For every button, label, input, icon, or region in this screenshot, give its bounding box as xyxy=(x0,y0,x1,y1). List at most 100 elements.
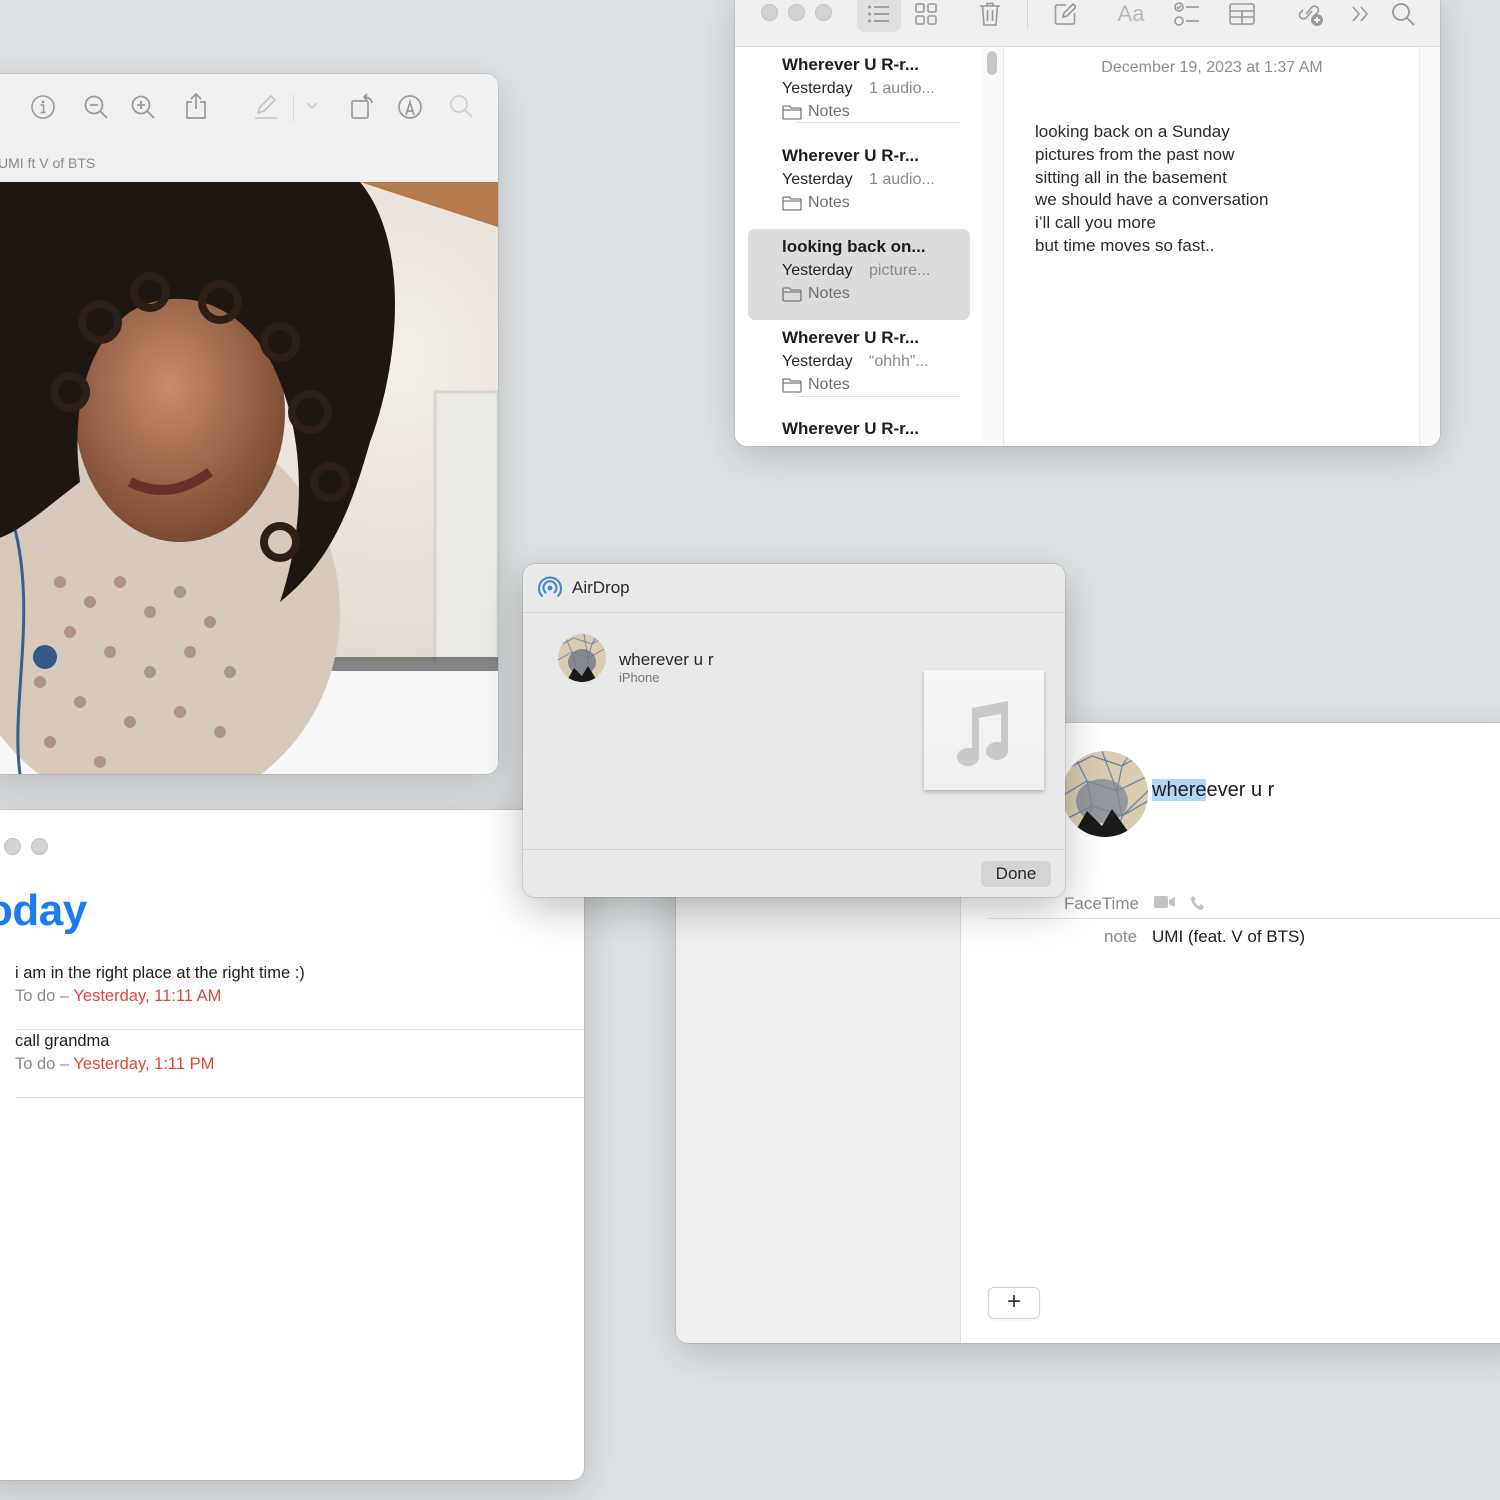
preview-toolbar: UMI ft V of BTS xyxy=(0,74,498,183)
checklist-icon xyxy=(1174,2,1199,26)
note-date: Yesterday xyxy=(782,80,853,97)
notes-list-scrollbar[interactable] xyxy=(983,47,1004,446)
traffic-lights xyxy=(4,838,48,855)
note-field-value[interactable]: UMI (feat. V of BTS) xyxy=(1152,927,1305,947)
scrollbar-thumb[interactable] xyxy=(987,51,997,75)
close-button[interactable] xyxy=(761,4,778,21)
format-text-icon: Aa xyxy=(1117,1,1145,26)
divider xyxy=(523,849,1065,850)
folder-icon xyxy=(782,196,802,211)
reminder-item[interactable]: i am in the right place at the right tim… xyxy=(15,962,584,1030)
zoom-button[interactable] xyxy=(815,4,832,21)
reminder-due-date: Yesterday, 1:11 PM xyxy=(73,1055,215,1073)
table-button[interactable] xyxy=(1227,0,1257,32)
note-line: sitting all in the basement xyxy=(1035,167,1227,187)
reminder-subtitle: To do – Yesterday, 11:11 AM xyxy=(15,987,221,1006)
note-field-label: note xyxy=(1104,927,1138,946)
phone-icon xyxy=(1191,896,1204,910)
note-body[interactable]: looking back on a Sunday pictures from t… xyxy=(1035,121,1268,258)
markup-button[interactable] xyxy=(397,94,423,120)
recipient-name[interactable]: wherever u r xyxy=(619,650,713,670)
recipient-device-type: iPhone xyxy=(619,670,660,685)
add-field-button[interactable]: + xyxy=(988,1287,1040,1319)
traffic-lights xyxy=(761,4,832,21)
folder-icon xyxy=(782,378,802,393)
share-button[interactable] xyxy=(185,92,207,120)
zoom-out-button[interactable] xyxy=(83,94,109,120)
note-line: we should have a conversation xyxy=(1035,190,1269,210)
avatar-image xyxy=(1062,751,1148,837)
search-button[interactable] xyxy=(449,94,473,118)
note-list-item[interactable]: Wherever U R-r... Yesterday 1 audio... N… xyxy=(748,47,970,138)
reminder-due-date: Yesterday, 11:11 AM xyxy=(73,987,222,1005)
facetime-audio-button[interactable] xyxy=(1190,895,1206,911)
photo-image xyxy=(0,182,498,774)
contact-avatar[interactable] xyxy=(1062,751,1148,837)
minimize-button[interactable] xyxy=(788,4,805,21)
file-thumbnail xyxy=(924,670,1044,790)
markup-pen-button[interactable] xyxy=(253,94,279,120)
airdrop-header: AirDrop xyxy=(523,564,1065,613)
gallery-view-button[interactable] xyxy=(911,0,941,32)
folder-icon xyxy=(782,287,802,302)
divider xyxy=(988,918,1500,919)
note-list-item[interactable]: Wherever U R-r... xyxy=(748,411,970,446)
note-list-item[interactable]: Wherever U R-r... Yesterday “ohhh”... No… xyxy=(748,320,970,411)
zoom-in-icon xyxy=(131,95,155,119)
note-date: Yesterday xyxy=(782,353,853,370)
editor-scrollbar[interactable] xyxy=(1419,47,1440,446)
note-list-item[interactable]: Wherever U R-r... Yesterday 1 audio... N… xyxy=(748,138,970,229)
recipient-avatar[interactable] xyxy=(558,634,606,682)
more-button[interactable] xyxy=(1347,0,1373,32)
facetime-actions xyxy=(1154,895,1206,911)
toolbar-divider xyxy=(1027,0,1028,28)
markup-options-button[interactable] xyxy=(306,102,318,110)
rotate-icon xyxy=(351,93,373,119)
minimize-button[interactable] xyxy=(4,838,21,855)
folder-name: Notes xyxy=(808,376,850,393)
delete-button[interactable] xyxy=(975,0,1005,32)
video-camera-icon xyxy=(1154,896,1175,908)
notes-window: Aa Wherever U R-r... Yesterday 1 audio..… xyxy=(735,0,1440,446)
note-title: Wherever U R-r... xyxy=(782,146,919,165)
note-folder: Notes xyxy=(782,376,850,394)
notes-toolbar: Aa xyxy=(735,0,1440,47)
note-line: looking back on a Sunday xyxy=(1035,122,1230,141)
more-chevrons-icon xyxy=(1352,6,1369,22)
format-button[interactable]: Aa xyxy=(1113,0,1149,32)
zoom-button[interactable] xyxy=(31,838,48,855)
gallery-view-icon xyxy=(915,3,937,25)
notes-list: Wherever U R-r... Yesterday 1 audio... N… xyxy=(735,47,983,446)
reminder-item[interactable]: call grandma To do – Yesterday, 1:11 PM xyxy=(15,1030,584,1098)
note-list-item-selected[interactable]: looking back on... Yesterday picture... … xyxy=(748,229,970,320)
reminder-subtitle: To do – Yesterday, 1:11 PM xyxy=(15,1055,214,1074)
collaborate-button[interactable] xyxy=(1295,0,1327,32)
contact-name-rest: ever u r xyxy=(1206,779,1275,801)
airdrop-sheet: AirDrop wherever u r iPhone Done xyxy=(523,564,1065,897)
note-separator xyxy=(795,122,961,123)
note-title: Wherever U R-r... xyxy=(782,55,919,74)
compose-icon xyxy=(1054,3,1076,25)
folder-name: Notes xyxy=(808,103,850,120)
info-button[interactable] xyxy=(30,94,56,120)
done-button[interactable]: Done xyxy=(981,861,1051,887)
note-line: but time moves so fast.. xyxy=(1035,235,1215,255)
checklist-button[interactable] xyxy=(1172,0,1202,32)
search-button[interactable] xyxy=(1389,0,1417,32)
list-view-icon xyxy=(868,5,889,23)
trash-icon xyxy=(980,2,1000,26)
folder-name: Notes xyxy=(808,285,850,302)
note-editor[interactable]: December 19, 2023 at 1:37 AM looking bac… xyxy=(1004,47,1420,446)
music-note-icon xyxy=(957,701,1008,766)
list-view-button[interactable] xyxy=(857,0,901,32)
zoom-in-button[interactable] xyxy=(130,94,156,120)
contact-name[interactable]: whereever u r xyxy=(1152,779,1274,802)
reminder-title: i am in the right place at the right tim… xyxy=(15,964,305,982)
reminder-list: To do xyxy=(15,1055,56,1073)
rotate-button[interactable] xyxy=(350,92,376,120)
reminders-window: oday i am in the right place at the righ… xyxy=(0,810,584,1480)
note-folder: Notes xyxy=(782,285,850,303)
facetime-video-button[interactable] xyxy=(1154,895,1176,911)
compose-button[interactable] xyxy=(1050,0,1080,32)
divider xyxy=(15,1097,584,1098)
